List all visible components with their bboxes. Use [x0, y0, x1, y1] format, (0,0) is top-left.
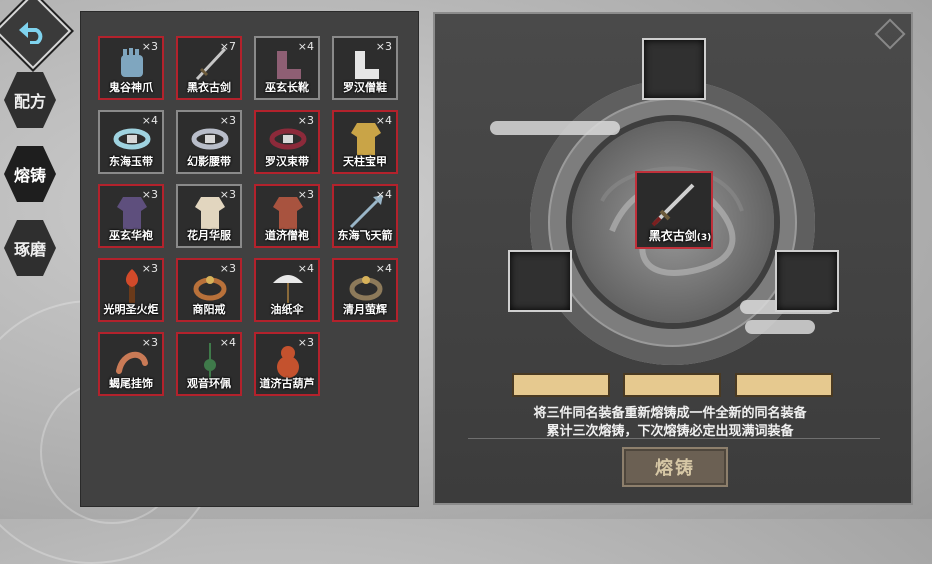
item-count: ×4 [375, 188, 392, 201]
item-name: 东海玉带 [109, 155, 153, 168]
item-count: ×4 [375, 262, 392, 275]
item-count: ×3 [219, 262, 236, 275]
inventory-item[interactable]: ×4 观音环佩 [176, 332, 242, 396]
item-name: 黑衣古剑 [187, 81, 231, 94]
item-count: ×4 [297, 262, 314, 275]
item-name: 油纸伞 [270, 303, 304, 316]
item-count: ×3 [375, 40, 392, 53]
item-name: 东海飞天箭 [337, 229, 393, 242]
inventory-item[interactable]: ×3 花月华服 [176, 184, 242, 248]
item-count: ×3 [219, 114, 236, 127]
divider [468, 438, 880, 439]
inventory-item[interactable]: ×4 油纸伞 [254, 258, 320, 322]
inventory-item[interactable]: ×3 商阳戒 [176, 258, 242, 322]
inventory-item[interactable]: ×3 巫玄华袍 [98, 184, 164, 248]
result-item-name: 黑衣古剑(3) [648, 229, 712, 243]
return-arrow-icon [8, 6, 58, 56]
item-name: 罗汉束带 [265, 155, 309, 168]
inventory-item[interactable]: ×4 天柱宝甲 [332, 110, 398, 174]
item-name: 巫玄华袍 [109, 229, 153, 242]
inventory-panel: ×3 鬼谷神爪 ×7 黑衣古剑 ×4 巫玄长靴 ×3 罗汉僧鞋 ×4 东海玉带 ×3 幻影腰带 ×3 罗汉… [80, 11, 419, 507]
tab-recipe[interactable]: 配方 [4, 72, 56, 128]
item-name: 天柱宝甲 [343, 155, 387, 168]
item-name: 光明圣火炬 [103, 303, 159, 316]
inventory-item[interactable]: ×3 道济僧袍 [254, 184, 320, 248]
tab-polish[interactable]: 琢磨 [4, 220, 56, 276]
inventory-item[interactable]: ×4 巫玄长靴 [254, 36, 320, 100]
forge-progress-segment [623, 373, 721, 397]
item-count: ×3 [219, 188, 236, 201]
forge-description-line2: 累计三次熔铸，下次熔铸必定出现满词装备 [546, 424, 794, 439]
item-count: ×4 [219, 336, 236, 349]
item-count: ×3 [297, 336, 314, 349]
cloud-decor [490, 121, 620, 135]
item-count: ×3 [141, 40, 158, 53]
inventory-item[interactable]: ×3 罗汉僧鞋 [332, 36, 398, 100]
material-slot-left[interactable] [508, 250, 572, 312]
cloud-decor [745, 320, 815, 334]
item-count: ×3 [141, 188, 158, 201]
item-name: 道济古葫芦 [259, 377, 315, 390]
item-name: 道济僧袍 [265, 229, 309, 242]
item-count: ×3 [141, 262, 158, 275]
item-count: ×7 [219, 40, 236, 53]
inventory-item[interactable]: ×4 东海飞天箭 [332, 184, 398, 248]
item-count: ×3 [297, 114, 314, 127]
inventory-item[interactable]: ×3 蝎尾挂饰 [98, 332, 164, 396]
item-name: 商阳戒 [192, 303, 226, 316]
item-count: ×4 [141, 114, 158, 127]
tab-forge[interactable]: 熔铸 [4, 146, 56, 202]
material-slot-top[interactable] [642, 38, 706, 100]
material-slot-right[interactable] [775, 250, 839, 312]
item-count: ×3 [297, 188, 314, 201]
item-count: ×4 [375, 114, 392, 127]
inventory-item[interactable]: ×3 光明圣火炬 [98, 258, 164, 322]
inventory-item[interactable]: ×4 清月萤辉 [332, 258, 398, 322]
inventory-item[interactable]: ×4 东海玉带 [98, 110, 164, 174]
forge-progress-segment [512, 373, 610, 397]
item-name: 蝎尾挂饰 [109, 377, 153, 390]
result-item-slot[interactable]: 黑衣古剑(3) [635, 171, 713, 249]
sword-icon [651, 183, 695, 227]
inventory-item[interactable]: ×3 幻影腰带 [176, 110, 242, 174]
inventory-item[interactable]: ×3 罗汉束带 [254, 110, 320, 174]
inventory-item[interactable]: ×3 鬼谷神爪 [98, 36, 164, 100]
item-name: 清月萤辉 [343, 303, 387, 316]
inventory-item[interactable]: ×7 黑衣古剑 [176, 36, 242, 100]
item-name: 罗汉僧鞋 [343, 81, 387, 94]
item-name: 幻影腰带 [187, 155, 231, 168]
back-button[interactable] [0, 0, 72, 70]
item-count: ×3 [141, 336, 158, 349]
inventory-item[interactable]: ×3 道济古葫芦 [254, 332, 320, 396]
item-name: 花月华服 [187, 229, 231, 242]
item-name: 鬼谷神爪 [109, 81, 153, 94]
item-name: 巫玄长靴 [265, 81, 309, 94]
item-count: ×4 [297, 40, 314, 53]
forge-progress-segment [735, 373, 833, 397]
forge-button[interactable]: 熔铸 [622, 447, 728, 487]
forge-description-line1: 将三件同名装备重新熔铸成一件全新的同名装备 [533, 406, 807, 421]
item-name: 观音环佩 [187, 377, 231, 390]
